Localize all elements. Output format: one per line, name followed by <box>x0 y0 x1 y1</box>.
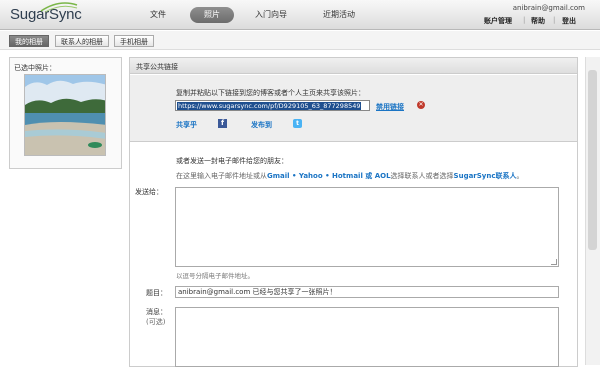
tab-mobile-albums[interactable]: 手机相册 <box>114 35 154 47</box>
twitter-icon[interactable]: t <box>293 119 302 128</box>
public-link-field[interactable]: https://www.sugarsync.com/pf/D929105_63_… <box>175 100 370 111</box>
email-hint-prefix: 在这里输入电子邮件地址或从 <box>176 172 267 180</box>
message-label: 消息： <box>146 308 167 316</box>
sugarsync-contacts-link[interactable]: SugarSync联系人 <box>454 172 517 180</box>
selected-photo-thumbnail[interactable] <box>24 74 106 156</box>
message-optional-label: (可选) <box>146 318 166 326</box>
send-to-label: 发送给： <box>135 188 163 196</box>
account-settings-link[interactable]: 账户管理 <box>484 16 512 26</box>
separator: | <box>523 16 526 24</box>
message-input[interactable] <box>175 307 559 367</box>
scrollbar-thumb[interactable] <box>588 70 597 250</box>
send-to-input[interactable] <box>175 187 559 267</box>
publish-to-link[interactable]: 发布到 <box>251 120 272 130</box>
selected-photo-label: 已选中照片： <box>14 64 56 72</box>
account-email: anibrain@gmail.com <box>512 4 585 12</box>
facebook-icon[interactable]: f <box>218 119 227 128</box>
nav-files[interactable]: 文件 <box>150 9 166 20</box>
nav-photos[interactable]: 照片 <box>190 7 234 23</box>
email-hint: 在这里输入电子邮件地址或从Gmail • Yahoo • Hotmail 或 A… <box>176 171 524 181</box>
public-link-url[interactable]: https://www.sugarsync.com/pf/D929105_63_… <box>177 102 362 110</box>
help-link[interactable]: 帮助 <box>531 16 545 26</box>
share-panel-header: 共享公共链接 <box>130 58 577 74</box>
nav-getting-started[interactable]: 入门向导 <box>255 9 287 20</box>
resize-handle-icon[interactable] <box>551 259 557 265</box>
logout-link[interactable]: 登出 <box>562 16 576 26</box>
share-panel-title: 共享公共链接 <box>136 63 178 71</box>
subject-input[interactable]: anibrain@gmail.com 已经与您共享了一张照片！ <box>175 286 559 298</box>
email-hint-mid: 选择联系人或者选择 <box>390 172 454 180</box>
email-intro: 或者发送一封电子邮件给您的朋友： <box>176 157 288 165</box>
nav-recent-activity[interactable]: 近期活动 <box>323 9 355 20</box>
close-icon[interactable]: ✕ <box>417 101 425 109</box>
subject-label: 题目： <box>146 289 167 297</box>
disable-link-button[interactable]: 禁用链接 <box>376 102 404 112</box>
share-to-link[interactable]: 共享乎 <box>176 120 197 130</box>
tab-my-albums[interactable]: 我的相册 <box>9 35 49 47</box>
tab-contacts-albums[interactable]: 联系人的相册 <box>55 35 109 47</box>
send-to-help: 以逗号分隔电子邮件地址。 <box>176 272 254 280</box>
separator: | <box>553 16 556 24</box>
email-hint-suffix: 。 <box>516 172 524 180</box>
webmail-services-link[interactable]: Gmail • Yahoo • Hotmail 或 AOL <box>267 172 391 180</box>
share-instruction: 复制并粘贴以下链接到您的博客或者个人主页来共享该照片： <box>176 89 365 97</box>
logo-swoosh-icon <box>40 2 78 13</box>
